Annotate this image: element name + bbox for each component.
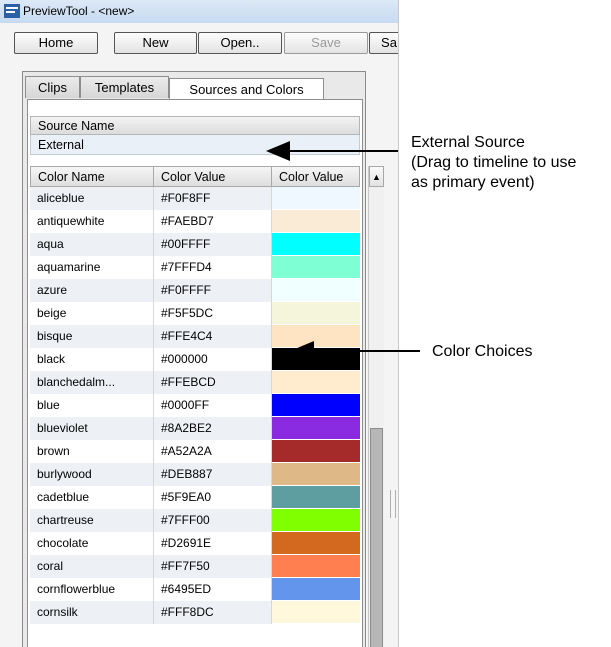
external-source-callout: External Source (Drag to timeline to use… xyxy=(411,133,576,193)
callout-line: as primary event) xyxy=(411,174,535,191)
callout-line: External Source xyxy=(411,134,525,151)
color-choices-callout: Color Choices xyxy=(432,343,533,360)
annotation-arrows xyxy=(266,141,420,361)
external-source-arrowhead-icon xyxy=(266,141,290,161)
color-choices-arrowhead-icon xyxy=(290,341,314,361)
callout-line: (Drag to timeline to use xyxy=(411,154,577,171)
